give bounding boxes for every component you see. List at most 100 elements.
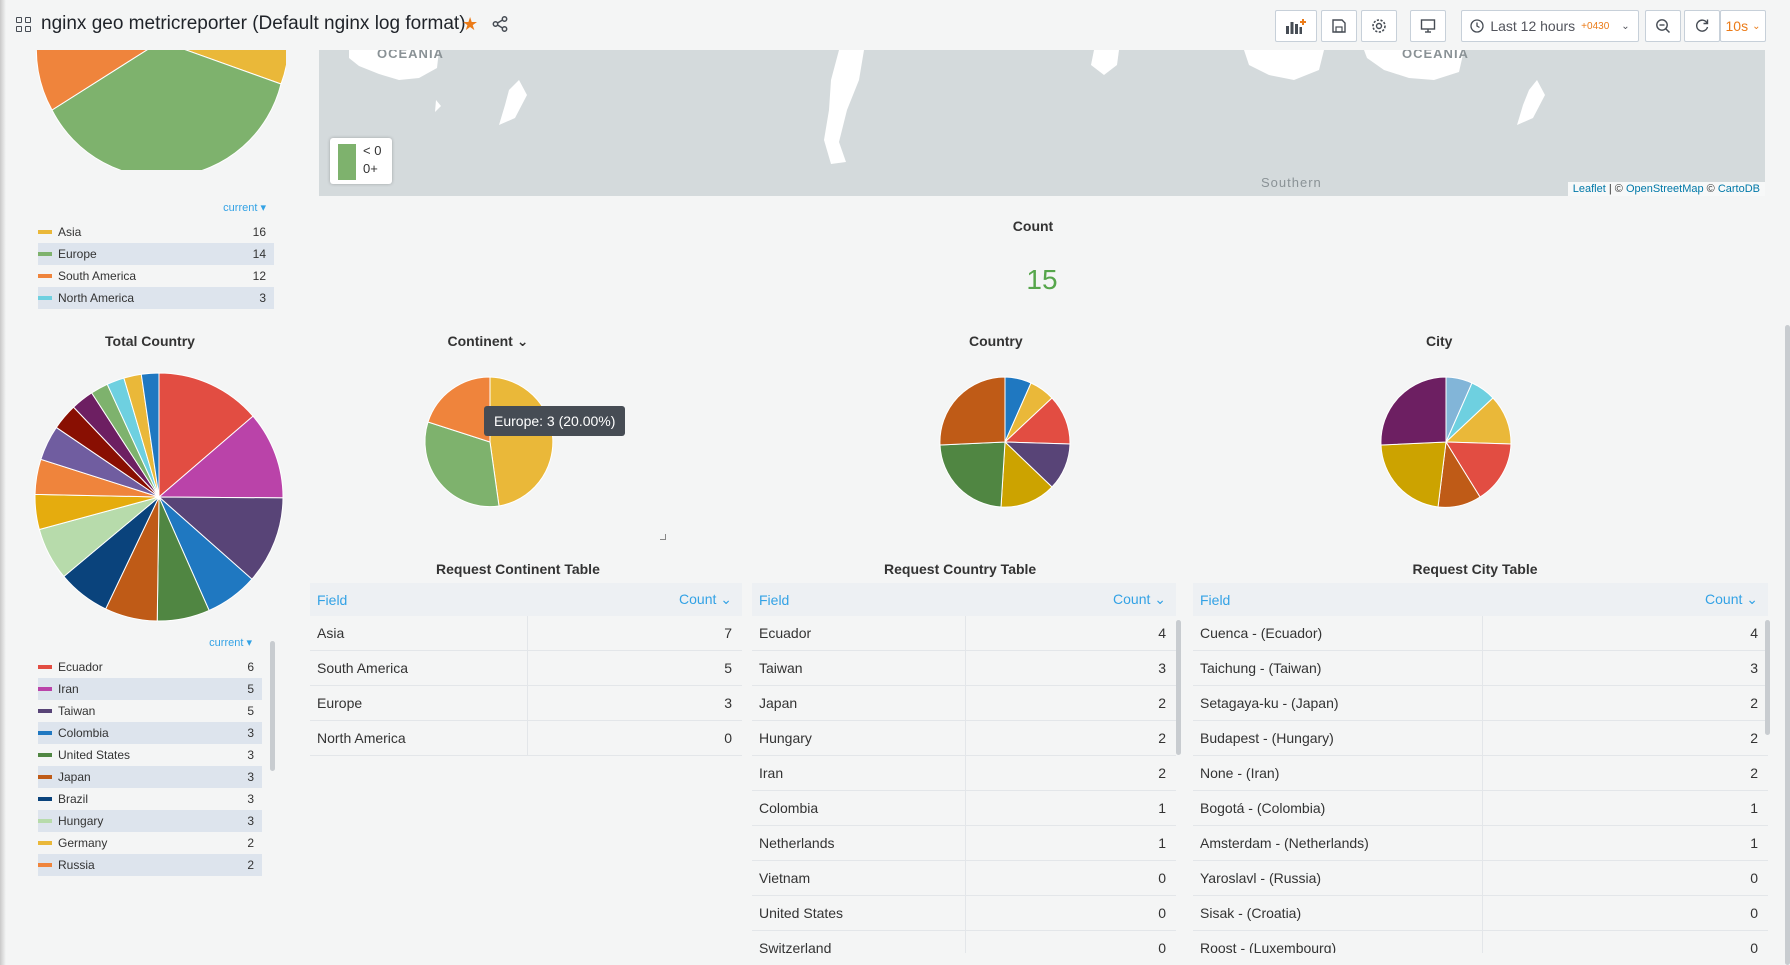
refresh-button[interactable] <box>1684 10 1720 42</box>
panel-title-count[interactable]: Count <box>1000 218 1066 234</box>
world-map[interactable]: OCEANIA OCEANIA Southern < 0 0+ Leaflet … <box>319 50 1765 196</box>
table-cell-field: Ecuador <box>752 616 967 650</box>
table-cell-count: 2 <box>1750 695 1758 711</box>
table-cell-field: Amsterdam - (Netherlands) <box>1193 826 1484 860</box>
legend-item[interactable]: United States 3 <box>38 744 262 766</box>
legend-item-value: 3 <box>247 792 254 806</box>
country-table-scrollbar[interactable] <box>1176 620 1181 755</box>
legend-swatch <box>38 753 52 757</box>
panel-resize-handle[interactable] <box>660 534 666 540</box>
table-row: Bogotá - (Colombia) 1 <box>1193 791 1768 826</box>
legend-item[interactable]: Taiwan 5 <box>38 700 262 722</box>
legend-item-name: Brazil <box>58 792 89 806</box>
legend-scrollbar[interactable] <box>270 641 275 771</box>
table-row: Vietnam 0 <box>752 861 1176 896</box>
share-icon[interactable] <box>492 16 508 37</box>
total-country-pie-chart <box>34 372 284 622</box>
legend-item[interactable]: Iran 5 <box>38 678 262 700</box>
table-cell-count: 0 <box>1158 870 1166 886</box>
table-cell-field: Yaroslavl - (Russia) <box>1193 861 1484 895</box>
table-cell-field: United States <box>752 896 967 930</box>
clock-icon <box>1470 19 1484 33</box>
legend-item[interactable]: Hungary 3 <box>38 810 262 832</box>
cartodb-link[interactable]: CartoDB <box>1718 183 1760 195</box>
table-cell-field: North America <box>310 721 529 755</box>
legend-item[interactable]: Europe 14 <box>38 243 274 265</box>
table-row: Yaroslavl - (Russia) 0 <box>1193 861 1768 896</box>
legend-swatch <box>38 296 52 300</box>
page-scrollbar[interactable] <box>1785 325 1790 965</box>
legend-item[interactable]: Germany 2 <box>38 832 262 854</box>
table-cell-count: 2 <box>1158 730 1166 746</box>
panel-title-country-table[interactable]: Request Country Table <box>884 561 1036 577</box>
table-row: Budapest - (Hungary) 2 <box>1193 721 1768 756</box>
legend-item[interactable]: South America 12 <box>38 265 274 287</box>
legend-item-name: Iran <box>58 682 79 696</box>
panel-title-country[interactable]: Country <box>969 333 1023 349</box>
column-header-field[interactable]: Field <box>752 592 1113 608</box>
legend-item-value: 2 <box>247 836 254 850</box>
attribution-separator: | © <box>1605 183 1626 195</box>
legend-item-value: 3 <box>259 291 266 305</box>
legend-item-name: Germany <box>58 836 108 850</box>
legend-item[interactable]: Ecuador 6 <box>38 656 262 678</box>
cycle-view-mode-button[interactable] <box>1410 10 1446 42</box>
table-cell-field: Colombia <box>752 791 967 825</box>
apps-grid-icon[interactable] <box>16 17 32 33</box>
table-cell-field: Taichung - (Taiwan) <box>1193 651 1484 685</box>
legend-item[interactable]: Japan 3 <box>38 766 262 788</box>
map-land-shapes <box>349 50 1545 164</box>
table-cell-count: 1 <box>1158 835 1166 851</box>
table-cell-field: Netherlands <box>752 826 967 860</box>
leaflet-link[interactable]: Leaflet <box>1573 183 1606 195</box>
panel-title-city[interactable]: City <box>1426 333 1452 349</box>
map-attribution: Leaflet | © OpenStreetMap © CartoDB <box>1567 182 1765 196</box>
table-cell-field: South America <box>310 651 529 685</box>
table-cell-count: 0 <box>1158 940 1166 953</box>
add-panel-button[interactable] <box>1275 10 1317 42</box>
map-label-oceania: OCEANIA <box>1402 50 1469 61</box>
legend-item[interactable]: Russia 2 <box>38 854 262 876</box>
column-header-count[interactable]: Count ⌄ <box>679 591 742 608</box>
table-row: Japan 2 <box>752 686 1176 721</box>
legend-item[interactable]: North America 3 <box>38 287 274 309</box>
legend-sort-current[interactable]: current ▾ <box>38 201 274 221</box>
table-cell-field: Europe <box>310 686 529 720</box>
table-header: Field Count ⌄ <box>752 583 1176 616</box>
column-header-field[interactable]: Field <box>1193 592 1705 608</box>
panel-title-continent[interactable]: Continent ⌄ <box>448 333 529 350</box>
legend-item[interactable]: Colombia 3 <box>38 722 262 744</box>
dashboard-settings-button[interactable] <box>1361 10 1397 42</box>
top-navbar: nginx geo metricreporter (Default nginx … <box>0 0 1790 50</box>
table-cell-field: Vietnam <box>752 861 967 895</box>
table-cell-field: Sisak - (Croatia) <box>1193 896 1484 930</box>
map-label-oceania: OCEANIA <box>377 50 444 61</box>
chevron-down-icon: ⌄ <box>1621 20 1630 32</box>
panel-title-total-country[interactable]: Total Country <box>105 333 195 349</box>
pie-slice-asia <box>489 376 554 507</box>
dashboard-title[interactable]: nginx geo metricreporter (Default nginx … <box>41 13 466 35</box>
table-cell-field: Switzerland <box>752 931 967 953</box>
city-table-scrollbar[interactable] <box>1765 620 1770 735</box>
legend-sort-current[interactable]: current ▾ <box>38 636 262 656</box>
save-dashboard-button[interactable] <box>1321 10 1357 42</box>
column-header-field[interactable]: Field <box>310 592 679 608</box>
zoom-out-button[interactable] <box>1645 10 1681 42</box>
table-cell-count: 0 <box>1750 870 1758 886</box>
column-header-count[interactable]: Count ⌄ <box>1113 591 1176 608</box>
legend-swatch <box>38 863 52 867</box>
panel-title-city-table[interactable]: Request City Table <box>1413 561 1538 577</box>
table-row: Cuenca - (Ecuador) 4 <box>1193 616 1768 651</box>
star-icon[interactable]: ★ <box>462 14 478 35</box>
pie-slice <box>939 376 1006 446</box>
legend-item[interactable]: Asia 16 <box>38 221 274 243</box>
refresh-interval-picker[interactable]: 10s ⌄ <box>1720 10 1766 42</box>
openstreetmap-link[interactable]: OpenStreetMap <box>1626 183 1704 195</box>
table-cell-count: 3 <box>1158 660 1166 676</box>
legend-item[interactable]: Brazil 3 <box>38 788 262 810</box>
time-range-picker[interactable]: Last 12 hours +0430 ⌄ <box>1461 10 1639 42</box>
panel-title-continent-table[interactable]: Request Continent Table <box>436 561 600 577</box>
column-header-count[interactable]: Count ⌄ <box>1705 591 1768 608</box>
table-cell-count: 2 <box>1158 765 1166 781</box>
table-cell-field: Iran <box>752 756 967 790</box>
